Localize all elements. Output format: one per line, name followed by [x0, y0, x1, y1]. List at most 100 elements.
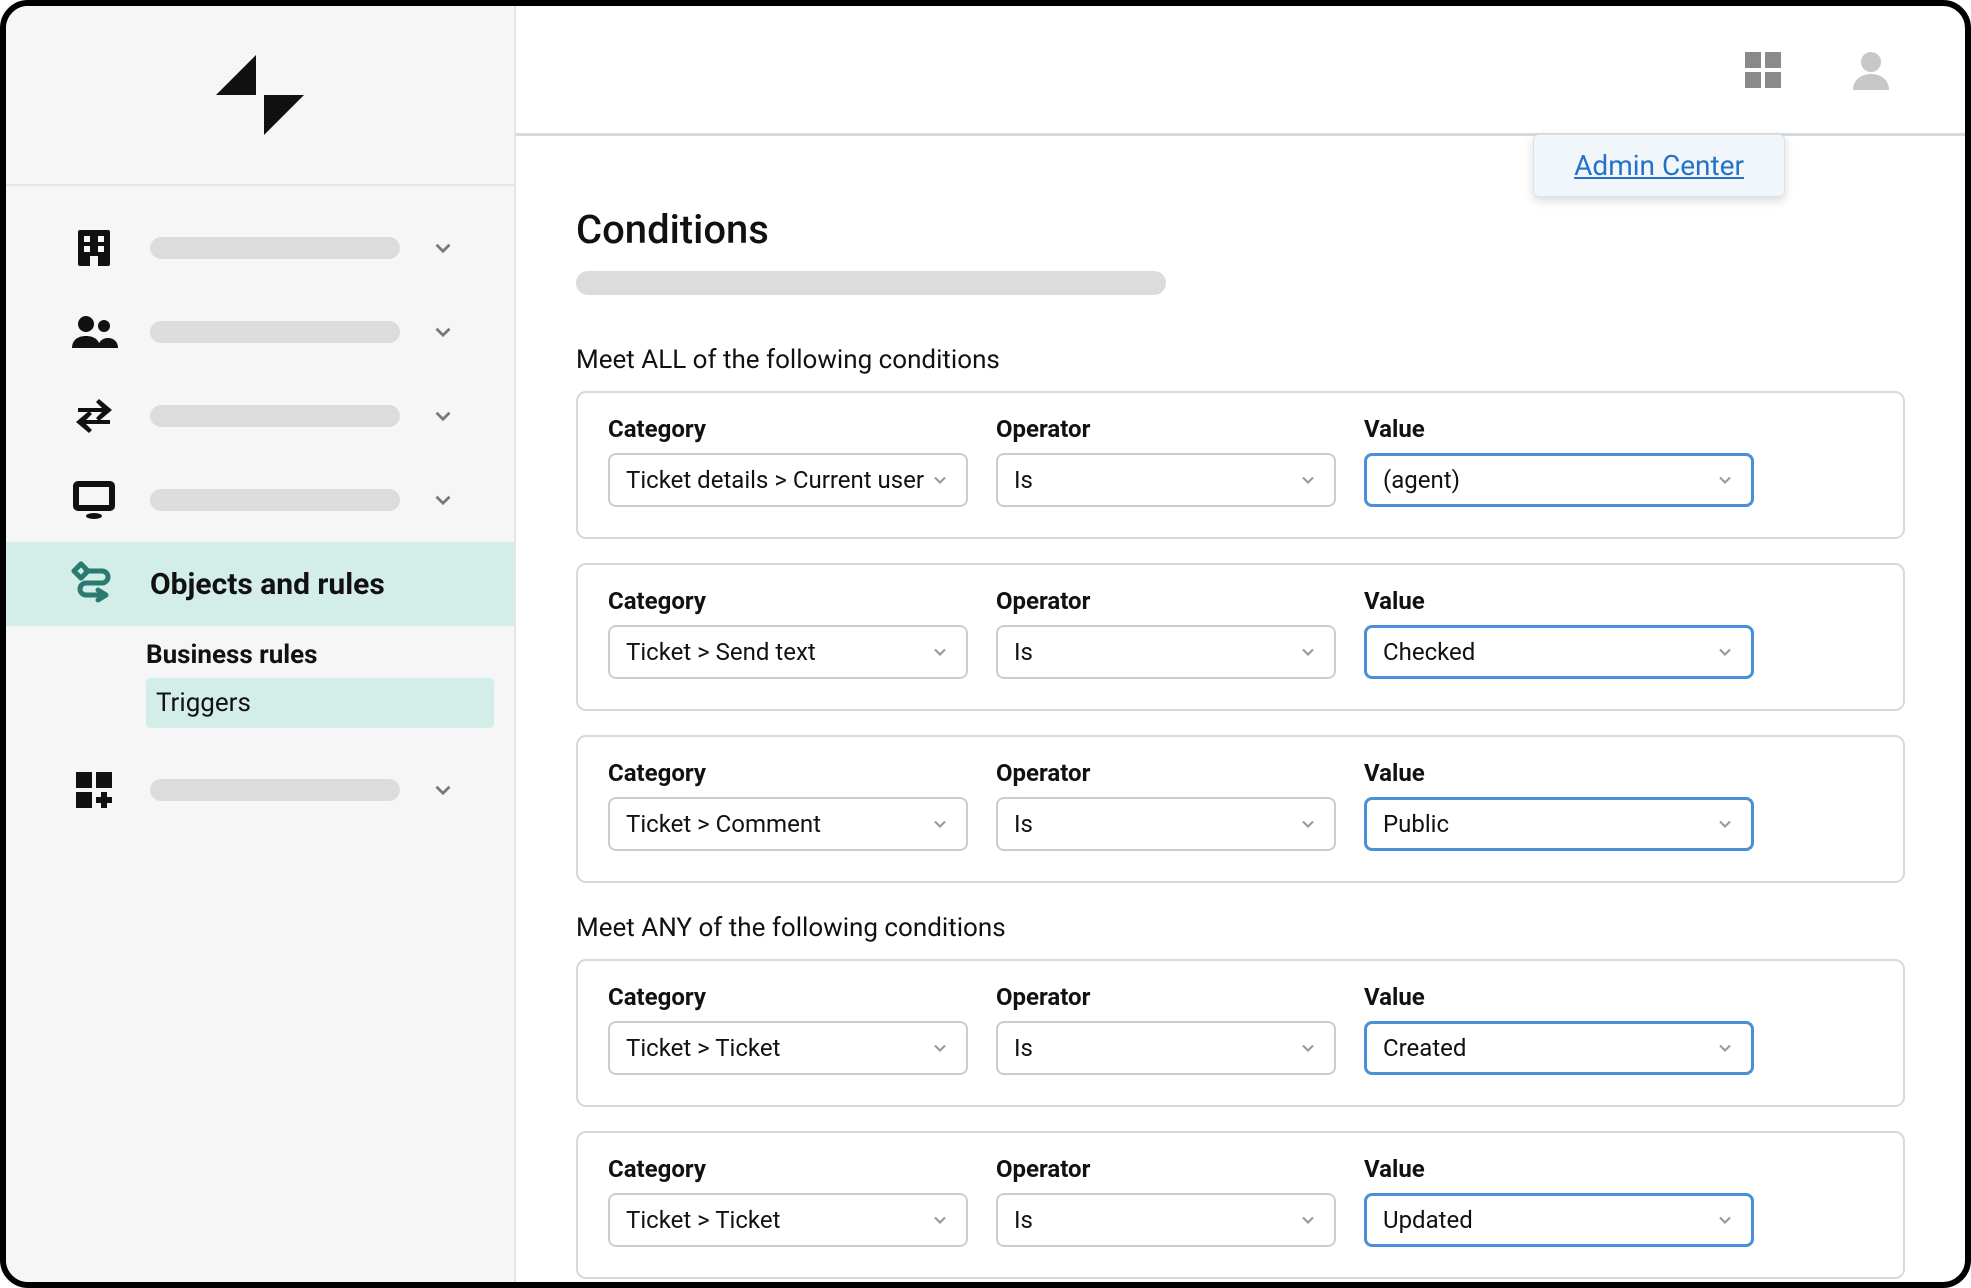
chevron-down-icon — [1298, 1038, 1318, 1058]
operator-value: Is — [1014, 1206, 1033, 1234]
content: Conditions Meet ALL of the following con… — [516, 136, 1965, 1282]
admin-center-link[interactable]: Admin Center — [1533, 134, 1785, 197]
condition-col-value: Value Checked — [1364, 587, 1754, 679]
chevron-down-icon — [428, 485, 458, 515]
operator-select[interactable]: Is — [996, 625, 1336, 679]
category-select[interactable]: Ticket details > Current user — [608, 453, 968, 507]
value-select[interactable]: Updated — [1364, 1193, 1754, 1247]
apps-add-icon — [66, 766, 122, 814]
subnav-item-triggers[interactable]: Triggers — [146, 678, 494, 728]
people-icon — [66, 308, 122, 356]
condition-col-value: Value Updated — [1364, 1155, 1754, 1247]
app-frame: Objects and rules Business rules Trigger… — [0, 0, 1971, 1288]
category-value: Ticket details > Current user — [626, 466, 924, 494]
category-label: Category — [608, 587, 968, 615]
value-select[interactable]: Public — [1364, 797, 1754, 851]
chevron-down-icon — [930, 1038, 950, 1058]
operator-label: Operator — [996, 415, 1336, 443]
sidebar-item-channels[interactable] — [6, 374, 514, 458]
user-profile-icon[interactable] — [1847, 46, 1895, 94]
chevron-down-icon — [1715, 1038, 1735, 1058]
nav-placeholder — [150, 489, 400, 511]
operator-value: Is — [1014, 810, 1033, 838]
value-select[interactable]: Checked — [1364, 625, 1754, 679]
nav-placeholder — [150, 237, 400, 259]
category-value: Ticket > Send text — [626, 638, 816, 666]
sidebar-item-objects-rules[interactable]: Objects and rules — [6, 542, 514, 626]
chevron-down-icon — [1298, 814, 1318, 834]
condition-col-operator: Operator Is — [996, 759, 1336, 851]
chevron-down-icon — [1298, 470, 1318, 490]
operator-label: Operator — [996, 1155, 1336, 1183]
category-select[interactable]: Ticket > Ticket — [608, 1193, 968, 1247]
sidebar-item-workspaces[interactable] — [6, 458, 514, 542]
operator-select[interactable]: Is — [996, 453, 1336, 507]
condition-col-value: ValueCreated — [1364, 983, 1754, 1075]
chevron-down-icon — [1298, 642, 1318, 662]
any-conditions-list: CategoryTicket > TicketOperatorIsValueCr… — [576, 959, 1905, 1279]
condition-card: Category Ticket > Send text OperatorIs Valu… — [576, 563, 1905, 711]
category-label: Category — [608, 1155, 968, 1183]
chevron-down-icon — [428, 775, 458, 805]
subnav-section-label: Business rules — [146, 626, 514, 678]
condition-col-category: Category Ticket > Comment — [608, 759, 968, 851]
nav-placeholder — [150, 405, 400, 427]
chevron-down-icon — [930, 1210, 950, 1230]
workflow-icon — [66, 560, 122, 608]
sidebar-item-people[interactable] — [6, 290, 514, 374]
chevron-down-icon — [930, 470, 950, 490]
chevron-down-icon — [1715, 642, 1735, 662]
operator-label: Operator — [996, 759, 1336, 787]
condition-card: CategoryTicket > Ticket OperatorIs ValueCr… — [576, 959, 1905, 1107]
monitor-icon — [66, 476, 122, 524]
sidebar-item-label: Objects and rules — [150, 567, 385, 602]
sidebar-item-apps[interactable] — [6, 748, 514, 832]
condition-col-operator: OperatorIs — [996, 587, 1336, 679]
chevron-down-icon — [428, 317, 458, 347]
condition-card: Category Ticket > Comment Operator Is Value P… — [576, 735, 1905, 883]
products-grid-icon[interactable] — [1739, 46, 1787, 94]
logo-area — [6, 6, 514, 186]
value-select[interactable]: (agent) — [1364, 453, 1754, 507]
operator-select[interactable]: Is — [996, 797, 1336, 851]
condition-col-operator: Operator Is — [996, 415, 1336, 507]
condition-row: Category Ticket > Send text OperatorIs Valu… — [608, 587, 1873, 679]
category-value: Ticket > Ticket — [626, 1206, 780, 1234]
value-select[interactable]: Created — [1364, 1021, 1754, 1075]
chevron-down-icon — [1715, 814, 1735, 834]
category-select[interactable]: Ticket > Send text — [608, 625, 968, 679]
category-value: Ticket > Comment — [626, 810, 821, 838]
condition-col-category: CategoryTicket > Ticket — [608, 983, 968, 1075]
operator-select[interactable]: Is — [996, 1021, 1336, 1075]
value-label: Value — [1364, 587, 1754, 615]
condition-row: CategoryTicket > Ticket OperatorIs ValueCr… — [608, 983, 1873, 1075]
value-value: (agent) — [1383, 466, 1460, 494]
chevron-down-icon — [1715, 470, 1735, 490]
chevron-down-icon — [930, 814, 950, 834]
condition-col-category: Category Ticket details > Current user — [608, 415, 968, 507]
all-conditions-list: Category Ticket details > Current user Ope… — [576, 391, 1905, 883]
nav-placeholder — [150, 321, 400, 343]
sidebar: Objects and rules Business rules Trigger… — [6, 6, 516, 1282]
category-label: Category — [608, 415, 968, 443]
condition-col-operator: OperatorIs — [996, 983, 1336, 1075]
category-select[interactable]: Ticket > Ticket — [608, 1021, 968, 1075]
value-label: Value — [1364, 1155, 1754, 1183]
category-label: Category — [608, 759, 968, 787]
category-select[interactable]: Ticket > Comment — [608, 797, 968, 851]
any-conditions-label: Meet ANY of the following conditions — [576, 913, 1905, 943]
value-value: Public — [1383, 810, 1449, 838]
value-label: Value — [1364, 759, 1754, 787]
operator-select[interactable]: Is — [996, 1193, 1336, 1247]
condition-col-value: Value Public — [1364, 759, 1754, 851]
category-value: Ticket > Ticket — [626, 1034, 780, 1062]
value-label: Value — [1364, 415, 1754, 443]
building-icon — [66, 224, 122, 272]
main: Admin Center Conditions Meet ALL of the … — [516, 6, 1965, 1282]
condition-col-value: Value (agent) — [1364, 415, 1754, 507]
sidebar-item-account[interactable] — [6, 206, 514, 290]
all-conditions-label: Meet ALL of the following conditions — [576, 345, 1905, 375]
condition-col-operator: Operator Is — [996, 1155, 1336, 1247]
condition-row: Category Ticket > Ticket Operator Is Value Up… — [608, 1155, 1873, 1247]
condition-card: Category Ticket > Ticket Operator Is Value Up… — [576, 1131, 1905, 1279]
